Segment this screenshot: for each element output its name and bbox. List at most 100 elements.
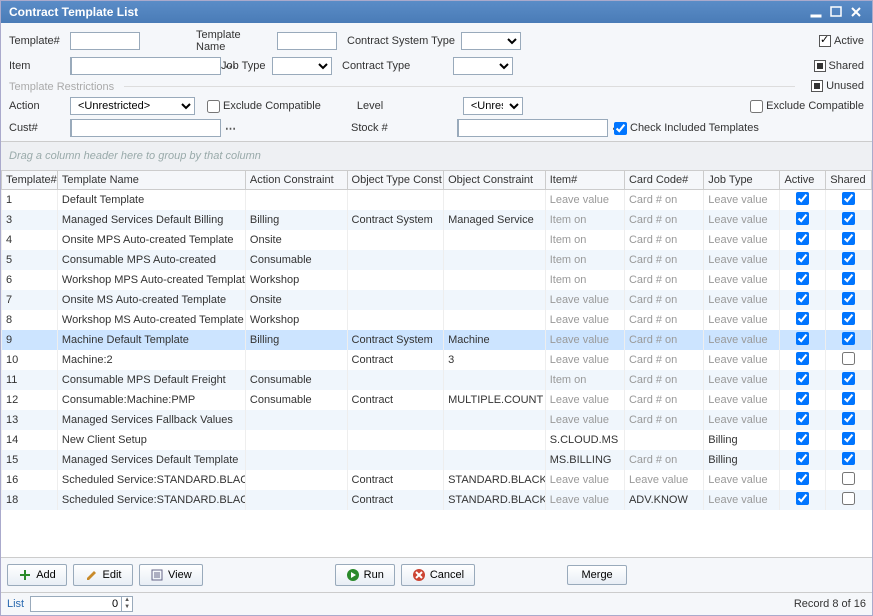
group-by-bar[interactable]: Drag a column header here to group by th… bbox=[1, 142, 872, 171]
table-row[interactable]: 12Consumable:Machine:PMPConsumableContra… bbox=[2, 390, 872, 410]
table-row[interactable]: 3Managed Services Default BillingBilling… bbox=[2, 210, 872, 230]
stockno-lookup[interactable]: ⋯ bbox=[457, 119, 602, 137]
exclude-compatible-1[interactable]: Exclude Compatible bbox=[207, 100, 321, 113]
row-checkbox[interactable] bbox=[842, 412, 855, 425]
col-objcons[interactable]: Object Constraint bbox=[444, 171, 546, 190]
custno-lookup[interactable]: ⋯ bbox=[70, 119, 195, 137]
row-checkbox[interactable] bbox=[842, 192, 855, 205]
row-checkbox[interactable] bbox=[842, 352, 855, 365]
row-checkbox[interactable] bbox=[842, 452, 855, 465]
row-checkbox[interactable] bbox=[796, 212, 809, 225]
row-checkbox[interactable] bbox=[796, 192, 809, 205]
checkbox-icon[interactable] bbox=[207, 100, 220, 113]
row-checkbox[interactable] bbox=[842, 432, 855, 445]
col-shared[interactable]: Shared bbox=[826, 171, 872, 190]
item-lookup[interactable]: ⋯ bbox=[70, 57, 195, 75]
grid-header-row[interactable]: Template# Template Name Action Constrain… bbox=[2, 171, 872, 190]
row-checkbox[interactable] bbox=[796, 292, 809, 305]
close-icon[interactable] bbox=[848, 5, 864, 19]
row-checkbox[interactable] bbox=[842, 272, 855, 285]
row-checkbox[interactable] bbox=[796, 452, 809, 465]
table-row[interactable]: 14New Client SetupS.CLOUD.MSBilling bbox=[2, 430, 872, 450]
level-select[interactable]: <Unres bbox=[463, 97, 523, 115]
table-cell bbox=[347, 190, 444, 211]
custno-input[interactable] bbox=[71, 119, 221, 137]
col-item[interactable]: Item# bbox=[545, 171, 624, 190]
checkbox-icon[interactable] bbox=[750, 100, 763, 113]
table-row[interactable]: 1Default TemplateLeave valueCard # onLea… bbox=[2, 190, 872, 211]
list-link[interactable]: List bbox=[7, 598, 24, 610]
col-jobtype[interactable]: Job Type bbox=[704, 171, 780, 190]
spinner-down-icon[interactable]: ▼ bbox=[122, 604, 132, 611]
unused-checkbox[interactable]: Unused bbox=[811, 80, 864, 92]
templatename-input[interactable] bbox=[277, 32, 337, 50]
row-checkbox[interactable] bbox=[796, 392, 809, 405]
row-checkbox[interactable] bbox=[796, 352, 809, 365]
active-checkbox[interactable]: Active bbox=[819, 35, 864, 47]
row-checkbox[interactable] bbox=[842, 292, 855, 305]
table-row[interactable]: 9Machine Default TemplateBillingContract… bbox=[2, 330, 872, 350]
row-checkbox[interactable] bbox=[842, 472, 855, 485]
table-row[interactable]: 16Scheduled Service:STANDARD.BLACKContra… bbox=[2, 470, 872, 490]
table-cell: 3 bbox=[444, 350, 546, 370]
row-checkbox[interactable] bbox=[842, 212, 855, 225]
row-checkbox[interactable] bbox=[842, 232, 855, 245]
contracttype-select[interactable] bbox=[453, 57, 513, 75]
templateno-input[interactable] bbox=[70, 32, 140, 50]
row-checkbox[interactable] bbox=[796, 252, 809, 265]
row-checkbox[interactable] bbox=[842, 492, 855, 505]
shared-checkbox[interactable]: Shared bbox=[814, 60, 864, 72]
row-checkbox[interactable] bbox=[796, 312, 809, 325]
minimize-icon[interactable] bbox=[808, 5, 824, 19]
row-checkbox[interactable] bbox=[796, 492, 809, 505]
row-checkbox[interactable] bbox=[796, 372, 809, 385]
run-button[interactable]: Run bbox=[335, 564, 395, 586]
table-row[interactable]: 4Onsite MPS Auto-created TemplateOnsiteI… bbox=[2, 230, 872, 250]
exclude-compatible-2[interactable]: Exclude Compatible bbox=[750, 100, 864, 113]
row-checkbox[interactable] bbox=[796, 412, 809, 425]
col-card[interactable]: Card Code# bbox=[624, 171, 703, 190]
table-row[interactable]: 13Managed Services Fallback ValuesLeave … bbox=[2, 410, 872, 430]
table-row[interactable]: 15Managed Services Default TemplateMS.BI… bbox=[2, 450, 872, 470]
row-checkbox[interactable] bbox=[842, 312, 855, 325]
col-active[interactable]: Active bbox=[780, 171, 826, 190]
table-row[interactable]: 6Workshop MPS Auto-created TemplateWorks… bbox=[2, 270, 872, 290]
edit-button[interactable]: Edit bbox=[73, 564, 133, 586]
template-grid[interactable]: Template# Template Name Action Constrain… bbox=[1, 171, 872, 557]
table-row[interactable]: 11Consumable MPS Default FreightConsumab… bbox=[2, 370, 872, 390]
merge-button[interactable]: Merge bbox=[567, 565, 627, 585]
row-checkbox[interactable] bbox=[796, 432, 809, 445]
view-button[interactable]: View bbox=[139, 564, 203, 586]
list-spinner[interactable]: ▲ ▼ bbox=[30, 596, 133, 612]
item-input[interactable] bbox=[71, 57, 221, 75]
jobtype-select[interactable] bbox=[272, 57, 332, 75]
action-select[interactable]: <Unrestricted> bbox=[70, 97, 195, 115]
row-checkbox[interactable] bbox=[796, 272, 809, 285]
row-checkbox[interactable] bbox=[842, 252, 855, 265]
table-row[interactable]: 18Scheduled Service:STANDARD.BLACK1Contr… bbox=[2, 490, 872, 510]
list-spinner-input[interactable] bbox=[31, 597, 121, 611]
table-row[interactable]: 7Onsite MS Auto-created TemplateOnsiteLe… bbox=[2, 290, 872, 310]
table-row[interactable]: 8Workshop MS Auto-created TemplateWorksh… bbox=[2, 310, 872, 330]
maximize-icon[interactable] bbox=[828, 5, 844, 19]
col-action[interactable]: Action Constraint bbox=[245, 171, 347, 190]
col-objtype[interactable]: Object Type Const bbox=[347, 171, 444, 190]
contractsystemtype-select[interactable] bbox=[461, 32, 521, 50]
row-checkbox[interactable] bbox=[842, 372, 855, 385]
row-checkbox[interactable] bbox=[796, 472, 809, 485]
add-button[interactable]: Add bbox=[7, 564, 67, 586]
stockno-input[interactable] bbox=[458, 119, 608, 137]
cancel-button[interactable]: Cancel bbox=[401, 564, 475, 586]
row-checkbox[interactable] bbox=[842, 392, 855, 405]
row-checkbox[interactable] bbox=[796, 232, 809, 245]
check-included-templates[interactable]: Check Included Templates bbox=[614, 122, 759, 135]
spinner-up-icon[interactable]: ▲ bbox=[122, 597, 132, 604]
col-templatename[interactable]: Template Name bbox=[57, 171, 245, 190]
row-checkbox[interactable] bbox=[842, 332, 855, 345]
table-row[interactable]: 5Consumable MPS Auto-createdConsumableIt… bbox=[2, 250, 872, 270]
row-checkbox[interactable] bbox=[796, 332, 809, 345]
ellipsis-icon[interactable]: ⋯ bbox=[221, 122, 240, 135]
checkbox-icon[interactable] bbox=[614, 122, 627, 135]
col-templateno[interactable]: Template# bbox=[2, 171, 58, 190]
table-row[interactable]: 10Machine:2Contract3Leave valueCard # on… bbox=[2, 350, 872, 370]
